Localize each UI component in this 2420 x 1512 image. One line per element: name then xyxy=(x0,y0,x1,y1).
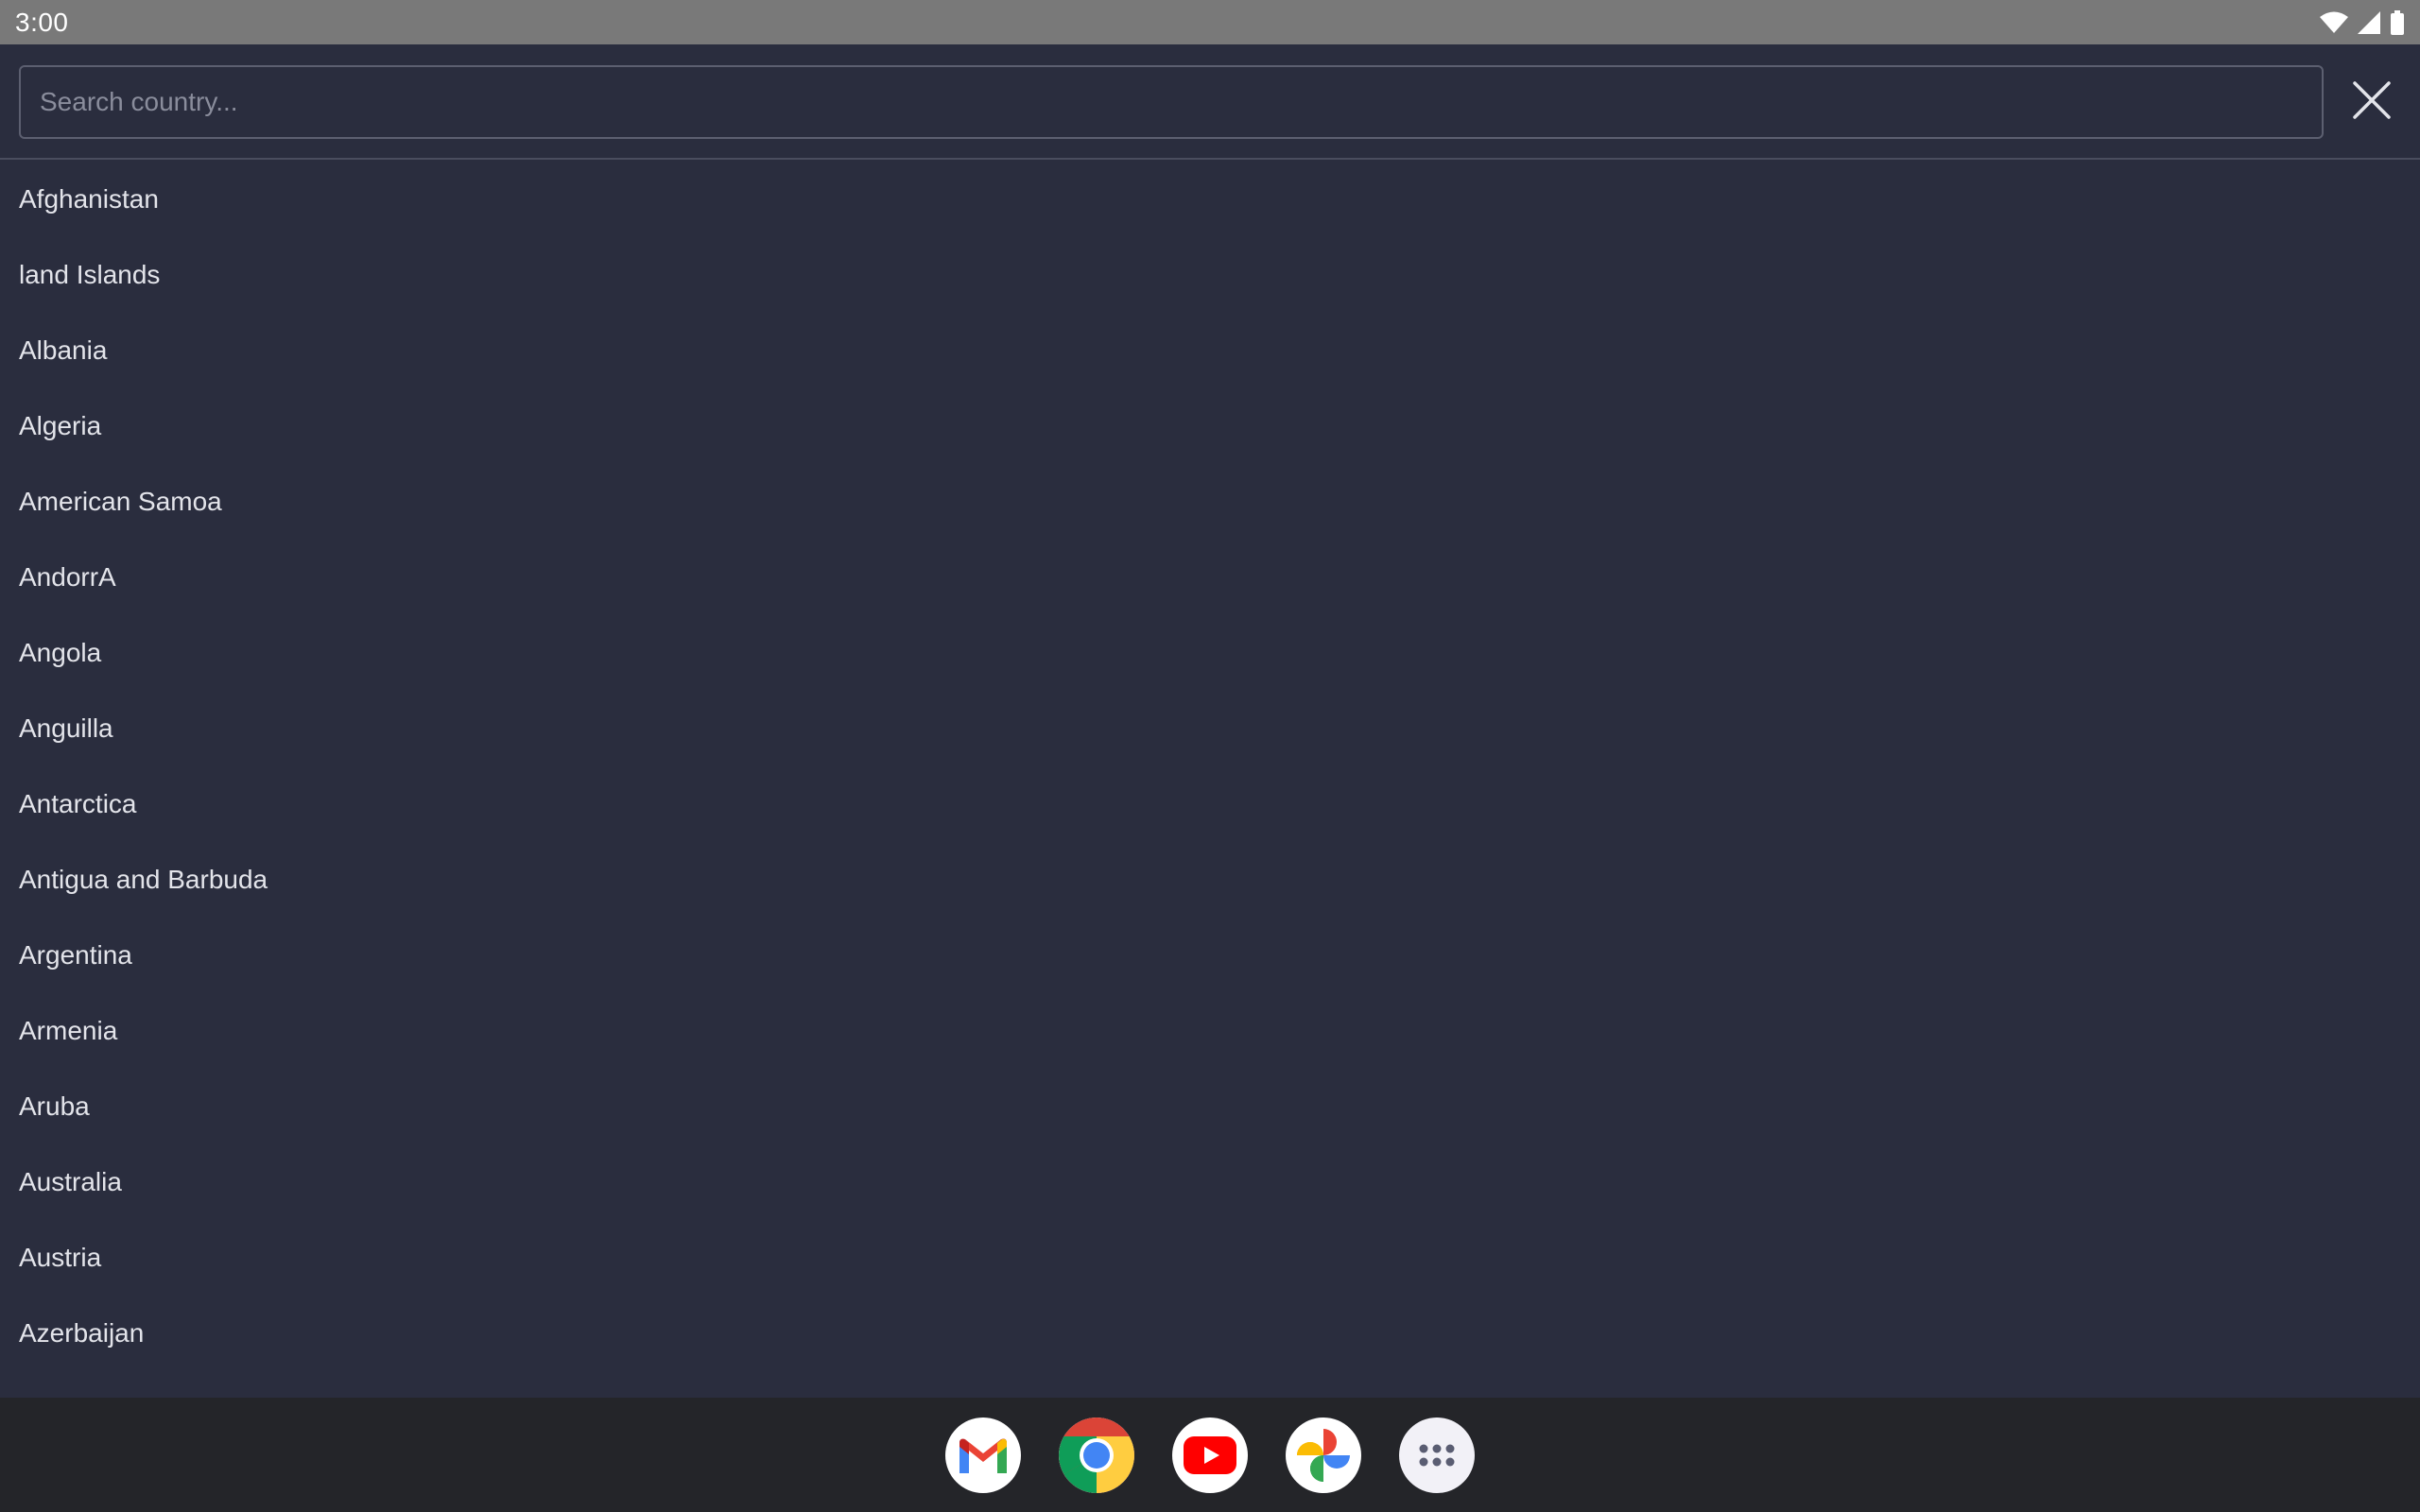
battery-icon xyxy=(2390,9,2405,35)
close-button[interactable] xyxy=(2346,77,2397,128)
youtube-app-button[interactable] xyxy=(1172,1417,1248,1493)
status-time: 3:00 xyxy=(15,7,69,37)
app-drawer-icon xyxy=(1418,1442,1456,1469)
app-dock xyxy=(0,1398,2420,1512)
search-input[interactable] xyxy=(38,66,2305,138)
chrome-app-button[interactable] xyxy=(1059,1417,1134,1493)
status-bar: 3:00 xyxy=(0,0,2420,44)
photos-app-button[interactable] xyxy=(1286,1417,1361,1493)
list-item[interactable]: Austria xyxy=(0,1220,2420,1296)
list-item[interactable]: Aruba xyxy=(0,1069,2420,1144)
list-item[interactable]: Algeria xyxy=(0,388,2420,464)
list-item[interactable]: Armenia xyxy=(0,993,2420,1069)
list-item[interactable]: AndorrA xyxy=(0,540,2420,615)
list-item[interactable]: Antarctica xyxy=(0,766,2420,842)
list-item[interactable]: Anguilla xyxy=(0,691,2420,766)
list-item[interactable]: land Islands xyxy=(0,237,2420,313)
signal-icon xyxy=(2358,10,2380,34)
list-item[interactable]: Angola xyxy=(0,615,2420,691)
list-item[interactable]: Argentina xyxy=(0,918,2420,993)
list-item[interactable]: Australia xyxy=(0,1144,2420,1220)
search-header xyxy=(0,44,2420,160)
list-item[interactable]: Afghanistan xyxy=(0,162,2420,237)
list-item[interactable]: Antigua and Barbuda xyxy=(0,842,2420,918)
gmail-app-button[interactable] xyxy=(945,1417,1021,1493)
photos-icon xyxy=(1293,1425,1354,1486)
youtube-icon xyxy=(1184,1435,1236,1474)
list-item[interactable]: Albania xyxy=(0,313,2420,388)
list-item[interactable]: Azerbaijan xyxy=(0,1296,2420,1371)
chrome-icon xyxy=(1059,1417,1134,1493)
wifi-icon xyxy=(2320,11,2348,34)
country-list[interactable]: Afghanistan land Islands Albania Algeria… xyxy=(0,162,2420,1398)
gmail-icon xyxy=(957,1435,1010,1475)
search-box[interactable] xyxy=(19,65,2324,139)
status-icons xyxy=(2320,9,2405,35)
list-item[interactable]: American Samoa xyxy=(0,464,2420,540)
app-drawer-button[interactable] xyxy=(1399,1417,1475,1493)
close-icon xyxy=(2351,79,2393,126)
